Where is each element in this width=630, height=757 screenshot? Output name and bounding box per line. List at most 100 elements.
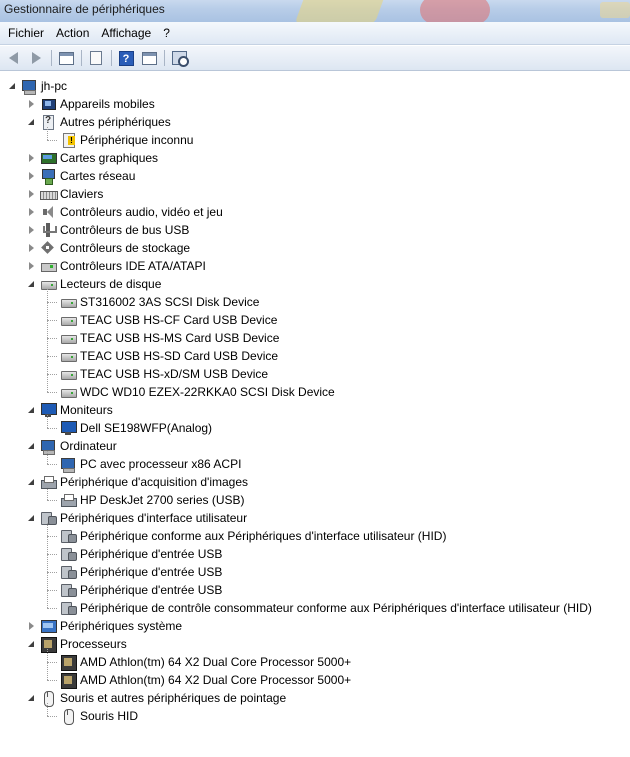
tree-item-label: Dell SE198WFP(Analog): [80, 421, 213, 435]
tree-item-label: Contrôleurs audio, vidéo et jeu: [60, 205, 223, 219]
tree-device[interactable]: Périphérique d'entrée USB: [47, 545, 222, 563]
tree-root[interactable]: jh-pc: [8, 77, 67, 95]
tree-device[interactable]: AMD Athlon(tm) 64 X2 Dual Core Processor…: [47, 653, 351, 671]
tree-category[interactable]: Cartes graphiques: [27, 149, 158, 167]
tree-category[interactable]: Autres périphériques: [27, 113, 171, 131]
tree-device[interactable]: Périphérique inconnu: [47, 131, 193, 149]
tree-device[interactable]: AMD Athlon(tm) 64 X2 Dual Core Processor…: [47, 671, 351, 689]
tree-item-label: AMD Athlon(tm) 64 X2 Dual Core Processor…: [80, 655, 352, 669]
tree-category[interactable]: Claviers: [27, 185, 103, 203]
tree-connector: [47, 554, 57, 555]
tree-connector: [47, 302, 57, 303]
tree-category[interactable]: Cartes réseau: [27, 167, 135, 185]
device-tree[interactable]: jh-pc Appareils mobiles Autres périphériqu…: [0, 72, 630, 757]
tree-connector: [47, 536, 57, 537]
expand-arrow-icon[interactable]: [27, 207, 36, 217]
expand-arrow-icon[interactable]: [27, 225, 36, 235]
menu-help[interactable]: ?: [157, 23, 176, 43]
tree-category[interactable]: Contrôleurs audio, vidéo et jeu: [27, 203, 223, 221]
tree-category[interactable]: Ordinateur: [27, 437, 117, 455]
toolbar-separator: [81, 50, 82, 66]
properties-window-icon[interactable]: [56, 49, 76, 67]
back-icon[interactable]: [3, 49, 23, 67]
tree-device[interactable]: Périphérique d'entrée USB: [47, 581, 222, 599]
tree-device[interactable]: TEAC USB HS-MS Card USB Device: [47, 329, 279, 347]
expand-arrow-icon[interactable]: [27, 261, 36, 271]
tree-category[interactable]: Périphériques système: [27, 617, 182, 635]
tree-category[interactable]: Appareils mobiles: [27, 95, 155, 113]
other-devices-icon: [40, 114, 56, 130]
expand-arrow-icon[interactable]: [27, 153, 36, 163]
collapse-arrow-icon[interactable]: [27, 694, 36, 703]
tree-device[interactable]: PC avec processeur x86 ACPI: [47, 455, 241, 473]
menu-affichage[interactable]: Affichage: [95, 23, 157, 43]
tree-connector: [47, 428, 57, 429]
expand-arrow-icon[interactable]: [27, 189, 36, 199]
window-title: Gestionnaire de périphériques: [4, 2, 165, 16]
mouse-icon: [40, 690, 56, 707]
tree-category[interactable]: Périphériques d'interface utilisateur: [27, 509, 247, 527]
tree-device[interactable]: Dell SE198WFP(Analog): [47, 419, 212, 437]
expand-arrow-icon[interactable]: [27, 621, 36, 631]
mobile-device-icon: [40, 96, 56, 112]
disk-icon: [60, 384, 77, 400]
tree-device[interactable]: Périphérique d'entrée USB: [47, 563, 222, 581]
tree-device[interactable]: Périphérique de contrôle consommateur co…: [47, 599, 592, 617]
hid-icon: [60, 600, 77, 616]
storage-controller-icon: [40, 240, 56, 256]
collapse-arrow-icon[interactable]: [27, 406, 36, 415]
menu-action[interactable]: Action: [50, 23, 95, 43]
tree-item-label: Périphériques d'interface utilisateur: [60, 511, 248, 525]
title-bar[interactable]: Gestionnaire de périphériques: [0, 0, 630, 22]
forward-icon[interactable]: [26, 49, 46, 67]
tree-category[interactable]: Moniteurs: [27, 401, 113, 419]
tree-item-label: Processeurs: [60, 637, 127, 651]
hid-icon: [40, 510, 57, 526]
tree-device[interactable]: TEAC USB HS-SD Card USB Device: [47, 347, 278, 365]
collapse-arrow-icon[interactable]: [27, 118, 36, 127]
help-icon[interactable]: ?: [116, 49, 136, 67]
tree-item-label: Périphérique inconnu: [80, 133, 194, 147]
tree-device[interactable]: Périphérique conforme aux Périphériques …: [47, 527, 446, 545]
tree-item-label: Moniteurs: [60, 403, 113, 417]
tree-connector: [47, 590, 57, 591]
tree-device[interactable]: WDC WD10 EZEX-22RKKA0 SCSI Disk Device: [47, 383, 335, 401]
tree-device[interactable]: HP DeskJet 2700 series (USB): [47, 491, 245, 509]
tree-category[interactable]: Processeurs: [27, 635, 127, 653]
collapse-arrow-icon[interactable]: [27, 640, 36, 649]
expand-arrow-icon[interactable]: [27, 243, 36, 253]
toolbar: ?: [0, 46, 630, 71]
collapse-arrow-icon[interactable]: [27, 478, 36, 487]
computer-icon: [60, 456, 76, 473]
tree-category[interactable]: Contrôleurs de bus USB: [27, 221, 189, 239]
collapse-arrow-icon[interactable]: [27, 442, 36, 451]
collapse-arrow-icon[interactable]: [8, 82, 17, 91]
tree-device[interactable]: Souris HID: [47, 707, 138, 725]
tree-device[interactable]: TEAC USB HS-CF Card USB Device: [47, 311, 277, 329]
menu-bar: Fichier Action Affichage ?: [0, 22, 630, 45]
expand-arrow-icon[interactable]: [27, 171, 36, 181]
tree-item-label: Périphérique d'entrée USB: [80, 547, 223, 561]
collapse-arrow-icon[interactable]: [27, 280, 36, 289]
disk-icon: [60, 330, 77, 346]
keyboard-icon: [40, 186, 58, 202]
tree-category[interactable]: Contrôleurs IDE ATA/ATAPI: [27, 257, 206, 275]
monitor-icon: [40, 402, 57, 418]
menu-fichier[interactable]: Fichier: [2, 23, 50, 43]
document-icon[interactable]: [86, 49, 106, 67]
processor-icon: [60, 654, 77, 671]
tree-item-label: Cartes graphiques: [60, 151, 159, 165]
collapse-arrow-icon[interactable]: [27, 514, 36, 523]
tree-connector: [47, 320, 57, 321]
tree-category[interactable]: Périphérique d'acquisition d'images: [27, 473, 248, 491]
expand-arrow-icon[interactable]: [27, 99, 36, 109]
scan-hardware-icon[interactable]: [169, 49, 189, 67]
tree-connector: [47, 649, 48, 680]
tree-device[interactable]: TEAC USB HS-xD/SM USB Device: [47, 365, 268, 383]
disk-icon: [60, 348, 77, 364]
panel-icon[interactable]: [139, 49, 159, 67]
tree-category[interactable]: Souris et autres périphériques de pointa…: [27, 689, 286, 707]
tree-category[interactable]: Contrôleurs de stockage: [27, 239, 190, 257]
tree-device[interactable]: ST316002 3AS SCSI Disk Device: [47, 293, 259, 311]
disk-icon: [60, 366, 77, 382]
